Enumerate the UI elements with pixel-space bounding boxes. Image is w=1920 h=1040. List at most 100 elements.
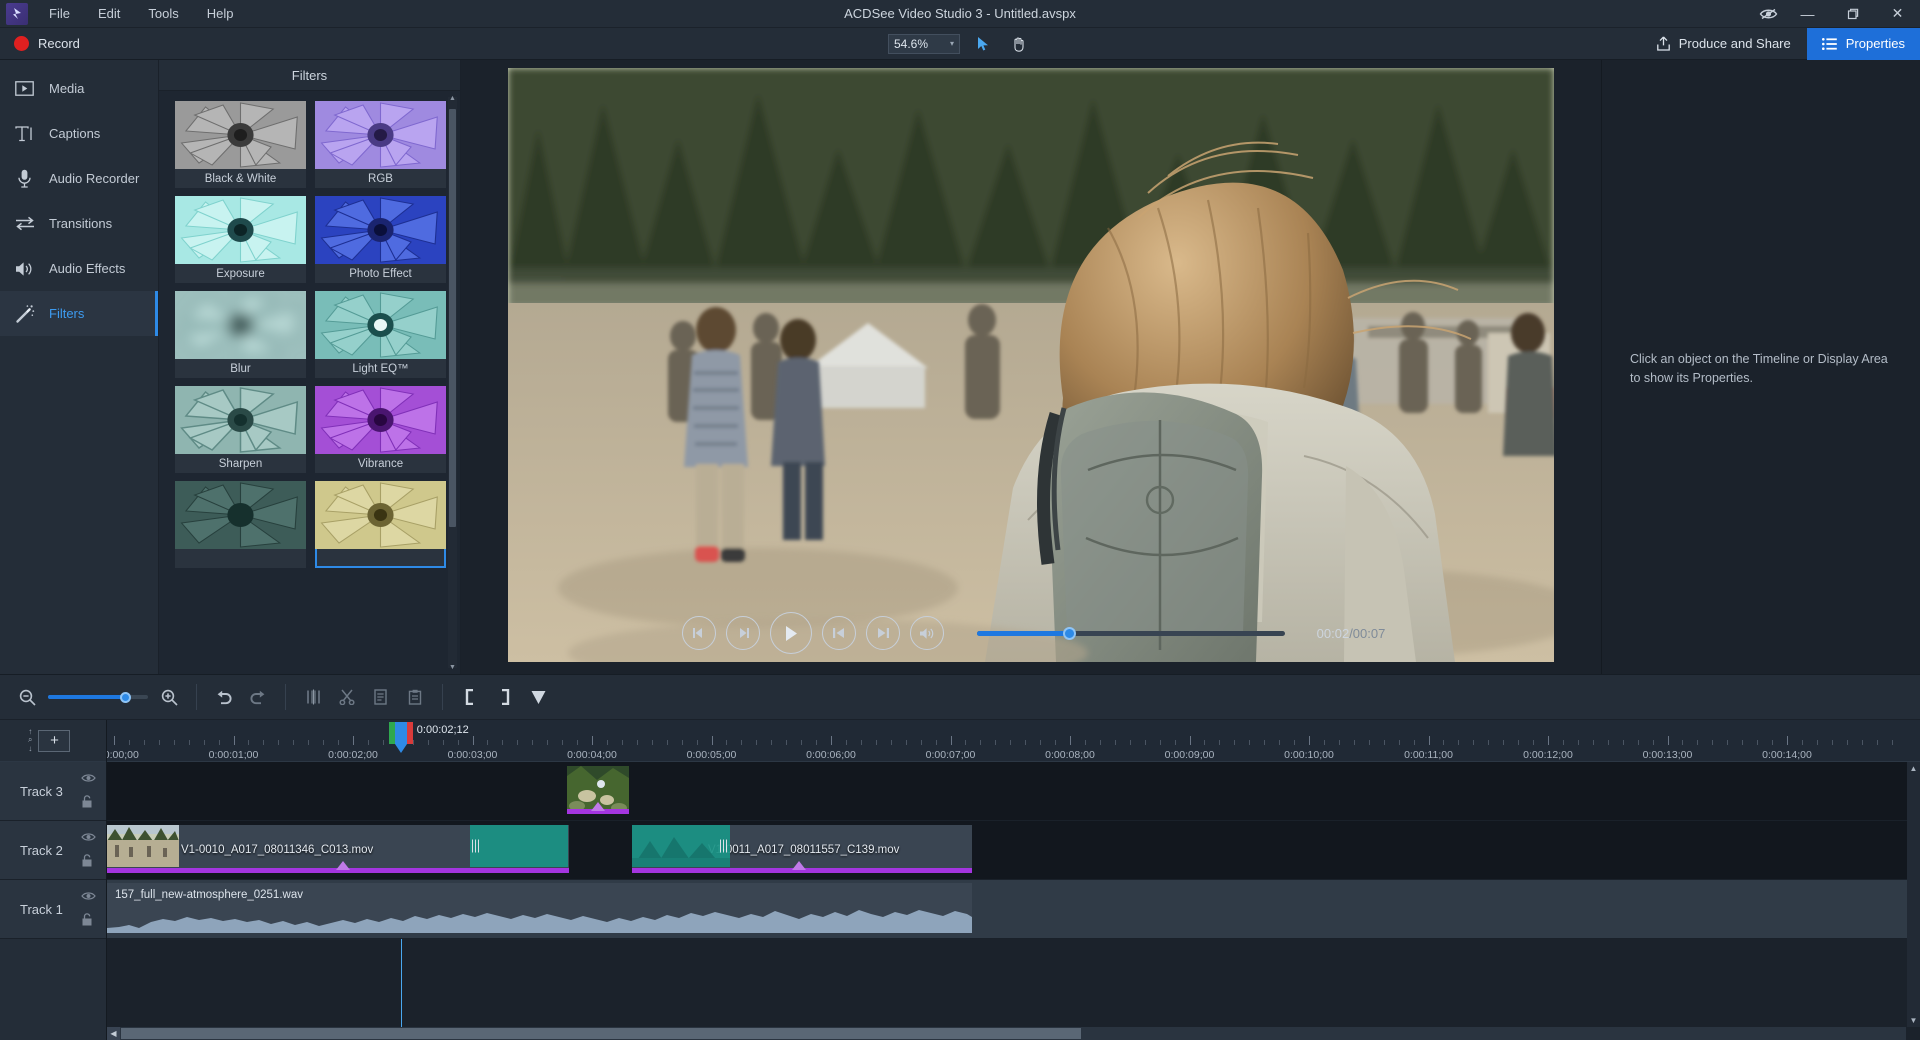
track-down-arrow[interactable]: ↓	[28, 744, 32, 753]
playhead-marker[interactable]	[394, 722, 407, 753]
transition-block-first[interactable]	[470, 825, 568, 867]
ruler-tick	[756, 740, 758, 745]
eye-icon[interactable]	[81, 830, 96, 845]
eye-icon[interactable]	[81, 889, 96, 904]
select-arrow-tool-icon[interactable]	[970, 32, 996, 56]
sidebar-item-filters[interactable]: Filters	[0, 291, 158, 336]
menu-file[interactable]: File	[36, 2, 83, 25]
split-button[interactable]	[296, 682, 330, 712]
previous-clip-button[interactable]	[821, 616, 856, 650]
track-row[interactable]	[107, 762, 1920, 821]
track-header-track-2[interactable]: Track 2	[0, 821, 106, 880]
filter-item-row5-left[interactable]	[175, 481, 306, 568]
eye-icon[interactable]	[81, 771, 96, 786]
seek-handle[interactable]	[1063, 626, 1077, 640]
redo-button[interactable]	[241, 682, 275, 712]
close-button[interactable]: ✕	[1875, 0, 1920, 28]
zoom-in-icon[interactable]	[152, 682, 186, 712]
maximize-button[interactable]	[1830, 0, 1875, 28]
sidebar-item-label: Audio Recorder	[49, 171, 140, 186]
unlock-icon[interactable]	[81, 795, 96, 811]
scroll-left-icon[interactable]: ◀	[107, 1027, 120, 1040]
mark-in-button[interactable]	[453, 682, 487, 712]
ruler-tick	[1025, 740, 1027, 745]
filter-item-light-eq[interactable]: Light EQ™	[315, 291, 446, 378]
scroll-up-icon[interactable]: ▲	[1907, 762, 1920, 775]
timeline-canvas[interactable]: 0:00:00;00 0:00:01;00 0:00:02;00 0:00:03;00…	[107, 720, 1920, 1040]
cut-button[interactable]	[330, 682, 364, 712]
record-button[interactable]: Record	[0, 28, 94, 60]
hand-pan-tool-icon[interactable]	[1006, 32, 1032, 56]
zoom-slider-handle[interactable]	[120, 691, 131, 703]
filter-thumbnail	[315, 386, 446, 454]
paste-button[interactable]	[398, 682, 432, 712]
ruler-tick	[1518, 740, 1520, 745]
keyframe-marker-icon[interactable]	[591, 802, 605, 811]
filter-item-exposure[interactable]: Exposure	[175, 196, 306, 283]
next-clip-button[interactable]	[865, 616, 900, 650]
keyframe-marker-icon[interactable]	[792, 861, 806, 870]
play-button[interactable]	[769, 612, 812, 654]
sidebar-item-audio-effects[interactable]: Audio Effects	[0, 246, 158, 291]
timeline-zoom-slider[interactable]	[48, 689, 148, 705]
hscroll-thumb[interactable]	[121, 1028, 1081, 1039]
menu-edit[interactable]: Edit	[85, 2, 133, 25]
filter-item-vibrance[interactable]: Vibrance	[315, 386, 446, 473]
menu-help[interactable]: Help	[194, 2, 247, 25]
clip-track3-image[interactable]	[567, 766, 629, 814]
unlock-icon[interactable]	[81, 854, 96, 870]
add-track-button[interactable]: +	[38, 729, 71, 752]
produce-and-share-button[interactable]: Produce and Share	[1640, 28, 1807, 60]
volume-button[interactable]	[909, 616, 944, 650]
mark-out-button[interactable]	[487, 682, 521, 712]
filter-item-black-and-white[interactable]: Black & White	[175, 101, 306, 188]
scroll-up-icon[interactable]: ▲	[448, 93, 457, 103]
timeline-ruler[interactable]: 0:00:00;00 0:00:01;00 0:00:02;00 0:00:03;00…	[107, 720, 1920, 762]
transition-grip-handle[interactable]	[720, 839, 727, 853]
keyframe-marker-icon[interactable]	[336, 861, 350, 870]
unlock-icon[interactable]	[81, 913, 96, 929]
timeline-vertical-scrollbar[interactable]: ▲ ▼	[1907, 762, 1920, 1027]
transition-grip-handle[interactable]	[472, 839, 479, 853]
properties-button[interactable]: Properties	[1806, 27, 1920, 60]
filter-item-sharpen[interactable]: Sharpen	[175, 386, 306, 473]
filter-item-blur[interactable]: Blur	[175, 291, 306, 378]
seek-slider[interactable]	[976, 624, 1285, 642]
sidebar-item-media[interactable]: Media	[0, 66, 158, 111]
zoom-level-select[interactable]: 54.6% ▾	[888, 33, 960, 54]
microphone-icon	[14, 168, 35, 189]
track-header-track-1[interactable]: Track 1	[0, 880, 106, 939]
copy-button[interactable]	[364, 682, 398, 712]
filter-item-rgb[interactable]: RGB	[315, 101, 446, 188]
scroll-down-icon[interactable]: ▼	[448, 662, 457, 672]
sidebar-item-captions[interactable]: Captions	[0, 111, 158, 156]
clip-track1-audio[interactable]: 157_full_new-atmosphere_0251.wav	[107, 883, 972, 933]
step-back-button[interactable]	[681, 616, 716, 650]
undo-button[interactable]	[207, 682, 241, 712]
sidebar-item-transitions[interactable]: Transitions	[0, 201, 158, 246]
timeline-horizontal-scrollbar[interactable]: ◀	[107, 1027, 1906, 1040]
mark-out-handle[interactable]	[406, 722, 413, 744]
track-reorder-control[interactable]: ↑ ⌕ ↓	[28, 727, 32, 753]
clip-label: V1-0011_A017_08011557_C139.mov	[708, 844, 900, 856]
ruler-tick	[1846, 740, 1848, 745]
playhead-handle[interactable]	[388, 722, 413, 753]
ruler-tick	[263, 740, 265, 745]
zoom-out-icon[interactable]	[10, 682, 44, 712]
scroll-down-icon[interactable]: ▼	[1907, 1014, 1920, 1027]
minimize-button[interactable]: —	[1785, 0, 1830, 28]
sidebar-item-audio-recorder[interactable]: Audio Recorder	[0, 156, 158, 201]
filter-item-row5-right[interactable]	[315, 481, 446, 568]
visibility-icon[interactable]	[1751, 0, 1785, 28]
track-row[interactable]: V1-0010_A017_08011346_C013.mov V1-0011_A…	[107, 821, 1920, 880]
track-row[interactable]: 157_full_new-atmosphere_0251.wav	[107, 880, 1920, 939]
filters-scrollbar[interactable]: ▲ ▼	[448, 95, 457, 671]
video-display[interactable]: 00:02/00:07	[508, 68, 1554, 662]
menu-tools[interactable]: Tools	[135, 2, 191, 25]
marker-button[interactable]	[521, 682, 555, 712]
scrollbar-thumb[interactable]	[449, 109, 456, 527]
track-header-track-3[interactable]: Track 3	[0, 762, 106, 821]
step-forward-button[interactable]	[725, 616, 760, 650]
filter-item-photo-effect[interactable]: Photo Effect	[315, 196, 446, 283]
transition-block-second[interactable]	[632, 825, 730, 867]
